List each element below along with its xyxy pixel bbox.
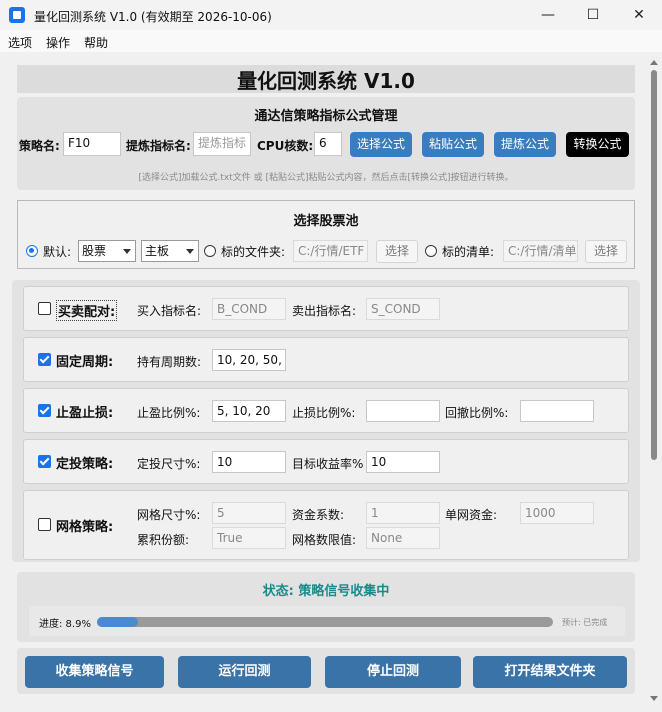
folder-label: 标的文件夹: (221, 245, 286, 259)
chevron-down-icon (123, 249, 131, 254)
stop-backtest-button[interactable]: 停止回测 (325, 656, 461, 688)
scroll-thumb[interactable] (651, 70, 657, 460)
hold-period-label: 持有周期数: (137, 355, 202, 369)
default-label: 默认: (43, 245, 72, 259)
invest-checkbox[interactable] (38, 455, 51, 468)
invest-size-input[interactable]: 10 (212, 451, 286, 473)
grid-size-label: 网格尺寸%: (137, 508, 201, 522)
single-grid-capital-label: 单网资金: (445, 508, 498, 522)
stop-label: 止盈止损: (56, 406, 114, 421)
window-title: 量化回测系统 V1.0 (有效期至 2026-10-06) (34, 10, 272, 24)
chevron-down-icon (186, 249, 194, 254)
strategy-row-fixed: 固定周期: 持有周期数: 10, 20, 50, 1 (23, 337, 629, 382)
formula-hint: [选择公式]加载公式.txt文件 或 [粘贴公式]粘贴公式内容，然后点击[转换公… (138, 173, 514, 183)
menu-bar: 选项 操作 帮助 (0, 30, 662, 52)
cpu-input[interactable]: 6 (314, 132, 342, 156)
list-radio[interactable] (425, 245, 437, 257)
folder-radio[interactable] (204, 245, 216, 257)
grid-size-input[interactable]: 5 (212, 502, 286, 524)
strategy-row-grid: 网格策略: 网格尺寸%: 5 资金系数: 1 单网资金: 1000 累积份额: … (23, 490, 629, 560)
menu-operations[interactable]: 操作 (46, 34, 70, 51)
fixed-checkbox[interactable] (38, 353, 51, 366)
extract-formula-button[interactable]: 提炼公式 (494, 132, 556, 157)
strategy-row-stop: 止盈止损: 止盈比例%: 5, 10, 20 止损比例%: 回撤比例%: (23, 388, 629, 433)
strategy-name-label: 策略名: (19, 139, 60, 153)
capital-coef-label: 资金系数: (292, 508, 345, 522)
progress-label: 进度: 8.9% (39, 619, 91, 630)
list-input[interactable]: C:/行情/清单 (503, 240, 578, 262)
formula-title: 通达信策略指标公式管理 (254, 109, 398, 124)
hold-period-input[interactable]: 10, 20, 50, 1 (212, 349, 286, 371)
stop-loss-input[interactable] (366, 400, 440, 422)
target-return-input[interactable]: 10 (366, 451, 440, 473)
strategy-row-invest: 定投策略: 定投尺寸%: 10 目标收益率% 10 (23, 439, 629, 484)
strategy-name-input[interactable]: F10 (63, 132, 121, 156)
pair-label[interactable]: 买卖配对: (56, 300, 118, 321)
grid-label: 网格策略: (56, 520, 114, 535)
pair-checkbox[interactable] (38, 302, 51, 315)
extract-name-input[interactable]: 提炼指标 (193, 132, 251, 156)
page-title: 量化回测系统 V1.0 (17, 65, 635, 93)
capital-coef-input[interactable]: 1 (366, 502, 440, 524)
grid-limit-label: 网格数限值: (292, 533, 357, 547)
menu-help[interactable]: 帮助 (84, 34, 108, 51)
app-icon (9, 7, 25, 23)
invest-size-label: 定投尺寸%: (137, 457, 201, 471)
menu-options[interactable]: 选项 (8, 34, 32, 51)
take-profit-label: 止盈比例%: (137, 406, 201, 420)
type-select[interactable]: 股票 (78, 240, 136, 262)
collect-signals-button[interactable]: 收集策略信号 (25, 656, 164, 688)
stock-pool-title: 选择股票池 (293, 214, 359, 229)
target-return-label: 目标收益率% (292, 457, 364, 471)
extract-name-label: 提炼指标名: (126, 139, 191, 153)
scroll-up-icon[interactable] (650, 60, 658, 65)
board-select-value: 主板 (145, 244, 170, 258)
minimize-button[interactable]: — (525, 0, 571, 30)
drawdown-input[interactable] (520, 400, 594, 422)
status-panel: 状态: 策略信号收集中 进度: 8.9% 预计: 已完成 (17, 572, 635, 642)
scroll-down-icon[interactable] (650, 696, 658, 701)
board-select[interactable]: 主板 (141, 240, 199, 262)
grid-limit-input[interactable]: None (366, 527, 440, 549)
folder-input[interactable]: C:/行情/ETF (293, 240, 368, 262)
default-radio[interactable] (26, 245, 38, 257)
stop-checkbox[interactable] (38, 404, 51, 417)
list-label: 标的清单: (442, 245, 495, 259)
sell-indicator-input[interactable]: S_COND (366, 298, 440, 320)
folder-select-button[interactable]: 选择 (376, 240, 418, 263)
accum-shares-label: 累积份额: (137, 533, 190, 547)
maximize-button[interactable]: ☐ (570, 0, 616, 30)
progress-area: 进度: 8.9% 预计: 已完成 (29, 606, 625, 636)
take-profit-input[interactable]: 5, 10, 20 (212, 400, 286, 422)
buy-indicator-input[interactable]: B_COND (212, 298, 286, 320)
fixed-label: 固定周期: (56, 355, 114, 370)
close-button[interactable]: ✕ (616, 0, 662, 30)
type-select-value: 股票 (82, 244, 107, 258)
status-text: 状态: 策略信号收集中 (262, 584, 390, 599)
select-formula-button[interactable]: 选择公式 (350, 132, 412, 157)
progress-track (97, 617, 553, 627)
list-select-button[interactable]: 选择 (585, 240, 627, 263)
stock-pool-panel: 选择股票池 默认: 股票 主板 标的文件夹: C:/行情/ETF 选择 标的清单… (17, 200, 635, 269)
invest-label: 定投策略: (56, 457, 114, 472)
stop-loss-label: 止损比例%: (292, 406, 356, 420)
strategy-row-pair: 买卖配对: 买入指标名: B_COND 卖出指标名: S_COND (23, 286, 629, 331)
open-results-folder-button[interactable]: 打开结果文件夹 (473, 656, 627, 688)
eta-label: 预计: 已完成 (562, 618, 608, 627)
convert-formula-button[interactable]: 转换公式 (566, 132, 629, 157)
accum-shares-input[interactable]: True (212, 527, 286, 549)
cpu-label: CPU核数: (257, 139, 314, 153)
drawdown-label: 回撤比例%: (445, 406, 509, 420)
single-grid-capital-input[interactable]: 1000 (520, 502, 594, 524)
buy-indicator-label: 买入指标名: (137, 304, 202, 318)
sell-indicator-label: 卖出指标名: (292, 304, 357, 318)
title-bar: 量化回测系统 V1.0 (有效期至 2026-10-06) — ☐ ✕ (0, 0, 662, 30)
paste-formula-button[interactable]: 粘贴公式 (422, 132, 484, 157)
grid-checkbox[interactable] (38, 518, 51, 531)
formula-panel: 通达信策略指标公式管理 策略名: F10 提炼指标名: 提炼指标 CPU核数: … (17, 97, 635, 190)
run-backtest-button[interactable]: 运行回测 (178, 656, 311, 688)
vertical-scrollbar[interactable] (648, 60, 660, 705)
progress-fill (97, 617, 138, 627)
